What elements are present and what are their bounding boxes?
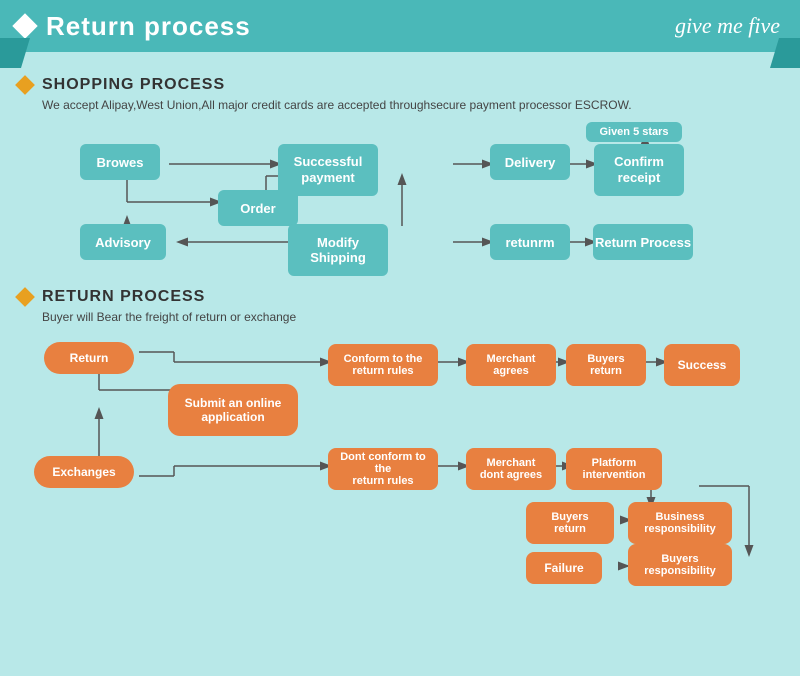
return-node: Return	[44, 342, 134, 374]
modify-shipping-node: ModifyShipping	[288, 224, 388, 276]
page-header: Return process give me five	[0, 0, 800, 52]
browes-node: Browes	[80, 144, 160, 180]
shopping-diagram: Browes Successfulpayment Delivery Confir…	[18, 122, 782, 282]
buyers-return-1-node: Buyersreturn	[566, 344, 646, 386]
shopping-section-header: SHOPPING PROCESS	[18, 76, 782, 94]
header-diamond	[12, 13, 37, 38]
business-responsibility-node: Businessresponsibility	[628, 502, 732, 544]
return-section-title: RETURN PROCESS	[42, 288, 205, 306]
conform-rules-node: Conform to thereturn rules	[328, 344, 438, 386]
section-diamond-1	[15, 75, 35, 95]
exchanges-node: Exchanges	[34, 456, 134, 488]
order-node: Order	[218, 190, 298, 226]
return-process-node: Return Process	[593, 224, 693, 260]
dont-conform-rules-node: Dont conform to thereturn rules	[328, 448, 438, 490]
retunrm-node: retunrm	[490, 224, 570, 260]
successful-payment-node: Successfulpayment	[278, 144, 378, 196]
submit-online-node: Submit an onlineapplication	[168, 384, 298, 436]
merchant-dont-agrees-node: Merchantdont agrees	[466, 448, 556, 490]
failure-node: Failure	[526, 552, 602, 584]
buyers-return-2-node: Buyersreturn	[526, 502, 614, 544]
section-diamond-2	[15, 287, 35, 307]
shopping-subtitle: We accept Alipay,West Union,All major cr…	[42, 98, 782, 112]
confirm-receipt-node: Confirmreceipt	[594, 144, 684, 196]
main-content: SHOPPING PROCESS We accept Alipay,West U…	[0, 52, 800, 618]
page-title: Return process	[46, 11, 251, 42]
return-section-header: RETURN PROCESS	[18, 288, 782, 306]
merchant-agrees-node: Merchantagrees	[466, 344, 556, 386]
delivery-node: Delivery	[490, 144, 570, 180]
platform-intervention-node: Platformintervention	[566, 448, 662, 490]
advisory-node: Advisory	[80, 224, 166, 260]
buyers-responsibility-node: Buyersresponsibility	[628, 544, 732, 586]
return-diagram: Return Exchanges Submit an onlineapplica…	[18, 334, 782, 604]
return-subtitle: Buyer will Bear the freight of return or…	[42, 310, 782, 324]
brand-logo: give me five	[675, 13, 780, 39]
given-5-stars-node: Given 5 stars	[586, 122, 682, 142]
shopping-section-title: SHOPPING PROCESS	[42, 76, 225, 94]
success-node: Success	[664, 344, 740, 386]
